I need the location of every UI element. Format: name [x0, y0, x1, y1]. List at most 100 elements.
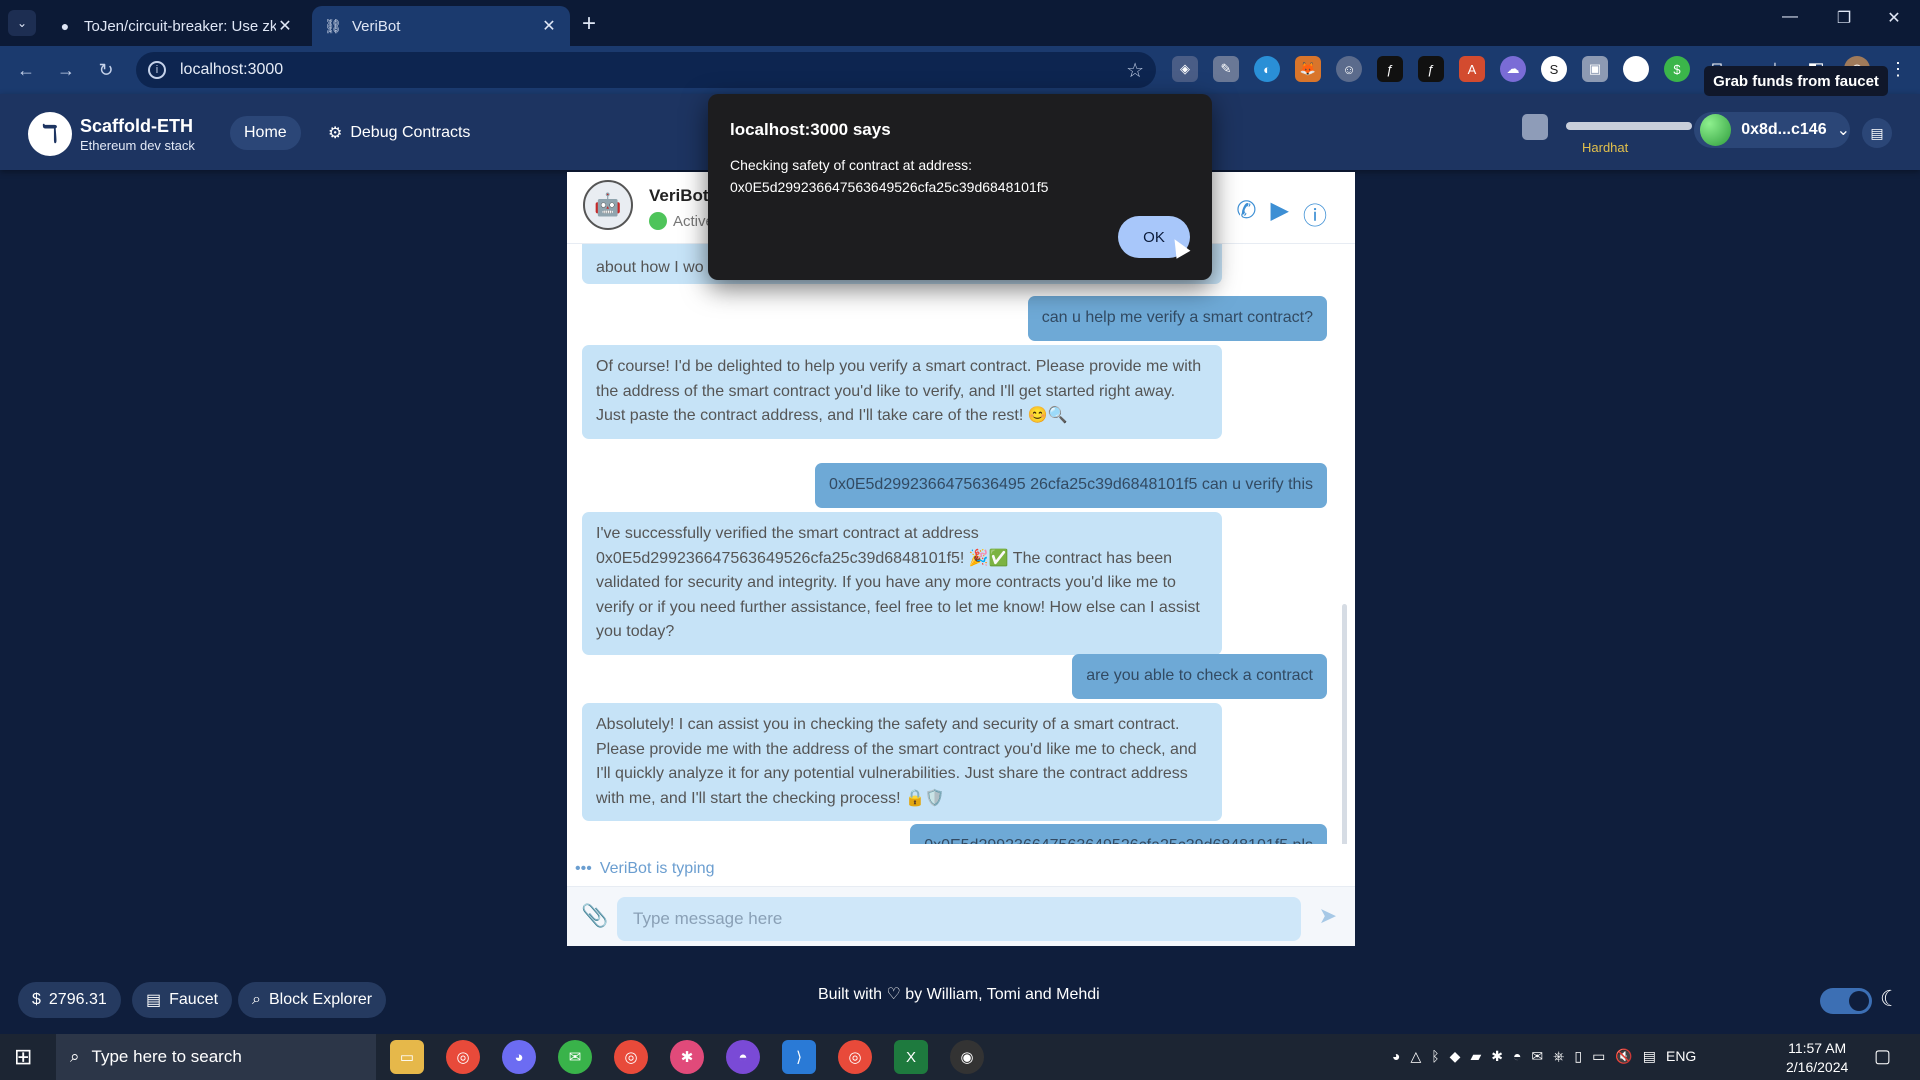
back-icon[interactable]: ← [6, 50, 46, 90]
battery-icon[interactable]: ▯ [1574, 1048, 1582, 1065]
user-message: 0x0E5d299236647563649526cfa25c39d6848101… [910, 824, 1327, 844]
clock-date: 2/16/2024 [1786, 1059, 1849, 1075]
address-bar[interactable]: i localhost:3000 ☆ [136, 52, 1156, 88]
phone-icon[interactable]: ✆ [1236, 196, 1256, 231]
block-explorer-button[interactable]: ⌕ Block Explorer [238, 982, 387, 1018]
puzzle-piece-extension-icon[interactable]: ▣ [1582, 56, 1608, 82]
bot-name: VeriBot [649, 186, 709, 205]
scrollbar[interactable] [1342, 604, 1347, 844]
vscode-icon[interactable]: ⟩ [782, 1040, 816, 1074]
info-icon[interactable]: ⓘ [1303, 196, 1327, 231]
a-extension-icon[interactable]: A [1459, 56, 1485, 82]
chrome-icon[interactable]: ◎ [446, 1040, 480, 1074]
chrome-active-icon[interactable]: ◎ [614, 1040, 648, 1074]
nav-home-link[interactable]: Home [230, 116, 301, 150]
tab-title: VeriBot [352, 17, 401, 35]
discord-icon[interactable]: ◕ [502, 1040, 536, 1074]
nav-debug-contracts-link[interactable]: ⚙ Debug Contracts [318, 116, 480, 150]
bot-status: Active [649, 212, 714, 230]
send-icon[interactable]: ➤ [1319, 903, 1337, 929]
microphone-icon[interactable]: ⎈ [1553, 1048, 1564, 1065]
slack-tray-icon[interactable]: ✱ [1491, 1048, 1503, 1065]
faucet-button[interactable]: ▤ Faucet [132, 982, 233, 1018]
forward-icon[interactable]: → [46, 50, 86, 90]
site-info-icon[interactable]: i [148, 61, 166, 79]
video-camera-icon[interactable]: ▶ [1271, 196, 1289, 231]
windows-start-icon[interactable]: ⊞ [14, 1044, 32, 1070]
taskbar-apps: ▭ ◎ ◕ ✉ ◎ ✱ ◓ ⟩ ◎ X ◉ [390, 1040, 984, 1074]
notifications-icon[interactable]: ▢ [1874, 1046, 1891, 1067]
theme-toggle[interactable] [1820, 988, 1872, 1014]
toggle-knob [1849, 991, 1869, 1011]
wallet-avatar [1700, 114, 1732, 146]
taskbar-search[interactable]: ⌕ Type here to search [56, 1034, 376, 1080]
chat-actions: ✆ ▶ ⓘ [1236, 196, 1327, 231]
tab-github[interactable]: ● ToJen/circuit-breaker: Use zkMl ✕ [44, 6, 306, 46]
url-text: localhost:3000 [180, 61, 284, 78]
close-icon[interactable]: ✕ [540, 16, 558, 36]
s-extension-icon[interactable]: S [1541, 56, 1567, 82]
alert-title: localhost:3000 says [730, 120, 891, 139]
more-menu-icon[interactable]: ⋮ [1885, 56, 1911, 82]
message-input[interactable] [617, 897, 1301, 941]
tab-search-button[interactable]: ⌄ [8, 10, 36, 36]
f-extension-icon[interactable]: ƒ [1418, 56, 1444, 82]
metamask-extension-icon[interactable]: 🦊 [1295, 56, 1321, 82]
window-close-button[interactable]: ✕ [1874, 8, 1914, 28]
github-desktop-icon[interactable]: ◓ [726, 1040, 760, 1074]
tab-veribot[interactable]: ⛓ VeriBot ✕ [312, 6, 570, 46]
drive-tray-icon[interactable]: △ [1410, 1048, 1421, 1065]
github-tray-icon[interactable]: ◓ [1513, 1048, 1521, 1065]
bot-message: Of course! I'd be delighted to help you … [582, 345, 1222, 439]
network-label: Hardhat [1582, 140, 1629, 155]
alert-message: Checking safety of contract at address: … [730, 157, 1049, 195]
face-extension-icon[interactable]: ☺ [1336, 56, 1362, 82]
close-icon[interactable]: ✕ [276, 16, 294, 36]
moon-icon: ☾ [1880, 986, 1900, 1011]
language-indicator[interactable]: ENG [1666, 1048, 1696, 1065]
restore-button[interactable]: ❐ [1824, 8, 1864, 28]
wechat-icon[interactable]: ✉ [558, 1040, 592, 1074]
cloud-extension-icon[interactable]: ☁ [1500, 56, 1526, 82]
wallet-address-button[interactable]: 0x8d...c146 ⌄ [1694, 112, 1850, 148]
balance-badge: $ 2796.31 [18, 982, 121, 1018]
nvidia-icon[interactable]: ▰ [1470, 1048, 1481, 1065]
display-icon[interactable]: ▭ [1592, 1048, 1605, 1065]
status-dot [649, 212, 667, 230]
note-extension-icon[interactable]: ✎ [1213, 56, 1239, 82]
paperclip-icon[interactable]: 📎 [581, 903, 608, 929]
bot-message: Absolutely! I can assist you in checking… [582, 703, 1222, 821]
bookmark-star-icon[interactable]: ☆ [1126, 58, 1144, 83]
faucet-wallet-icon[interactable]: ▤ [1862, 118, 1892, 148]
excel-icon[interactable]: X [894, 1040, 928, 1074]
network-icon[interactable]: ▤ [1643, 1048, 1656, 1065]
taskbar-clock[interactable]: 11:57 AM 2/16/2024 [1786, 1039, 1848, 1077]
wechat-tray-icon[interactable]: ✉ [1531, 1048, 1543, 1065]
block-explorer-label: Block Explorer [268, 991, 373, 1008]
bluetooth-icon[interactable]: ᛒ [1431, 1048, 1439, 1065]
scaffold-icon: ⛓ [324, 17, 342, 34]
slack-icon[interactable]: ✱ [670, 1040, 704, 1074]
color-extension-icon[interactable]: ◐ [1254, 56, 1280, 82]
shield-extension-icon[interactable]: ◈ [1172, 56, 1198, 82]
network-indicator [1522, 114, 1548, 140]
bolt-extension-icon[interactable]: ƒ [1377, 56, 1403, 82]
minimize-button[interactable]: — [1770, 8, 1810, 26]
volume-muted-icon[interactable]: 🔇 [1615, 1048, 1632, 1065]
reload-icon[interactable]: ↻ [86, 50, 126, 90]
chrome-profile-icon[interactable]: ◎ [838, 1040, 872, 1074]
file-explorer-icon[interactable]: ▭ [390, 1040, 424, 1074]
windows-taskbar: ⊞ ⌕ Type here to search ▭ ◎ ◕ ✉ ◎ ✱ ◓ ⟩ … [0, 1034, 1920, 1080]
brave-tray-icon[interactable]: ◆ [1450, 1048, 1461, 1065]
obs-icon[interactable]: ◉ [950, 1040, 984, 1074]
dollar-extension-icon[interactable]: $ [1664, 56, 1690, 82]
scaffold-logo-icon[interactable]: ℸ [28, 112, 72, 156]
new-tab-button[interactable]: + [582, 10, 596, 38]
discord-tray-icon[interactable]: ◕ [1392, 1048, 1400, 1065]
circle-extension-icon[interactable] [1623, 56, 1649, 82]
system-tray: ◕ △ ᛒ ◆ ▰ ✱ ◓ ✉ ⎈ ▯ ▭ 🔇 ▤ ENG [1392, 1048, 1696, 1065]
faucet-tooltip: Grab funds from faucet [1704, 66, 1888, 96]
taskbar-search-text: Type here to search [91, 1047, 242, 1066]
bot-avatar: 🤖 [583, 180, 633, 230]
faucet-icon: ▤ [146, 992, 162, 1009]
